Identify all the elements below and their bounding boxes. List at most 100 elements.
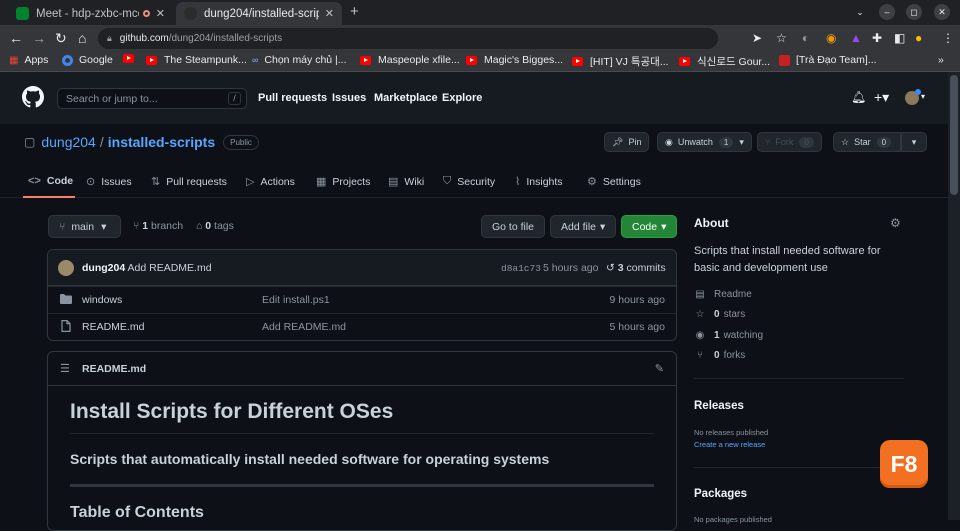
tab-wiki[interactable]: ▤ Wiki (388, 175, 424, 189)
commit-author[interactable]: dung204 (82, 262, 125, 274)
nav-explore[interactable]: Explore (442, 92, 482, 104)
youtube-icon (360, 55, 371, 65)
restore-icon[interactable]: ◻ (906, 4, 922, 20)
gear-icon[interactable]: ⚙ (890, 216, 901, 230)
reload-icon[interactable]: ↻ (55, 29, 67, 47)
tab-issues[interactable]: ⊙ Issues (86, 175, 132, 189)
tab-insights[interactable]: ⌇ Insights (515, 175, 563, 189)
star-button[interactable]: ☆ Star 0 (833, 132, 901, 152)
repo-title: ▢ dung204 / installed-scripts Public (24, 134, 259, 150)
caret-down-icon[interactable]: ▾ (921, 92, 925, 101)
file-row[interactable]: README.md Add README.md 5 hours ago (48, 313, 676, 340)
forward-icon[interactable]: → (32, 29, 46, 47)
tab-security[interactable]: ⛉ Security (443, 175, 495, 188)
search-input[interactable]: Search or jump to... / (57, 88, 247, 109)
browser-tab-github[interactable]: dung204/installed-scripts ✕ (176, 2, 342, 25)
rss-icon[interactable]: ◉ (826, 30, 836, 46)
readme-link[interactable]: ▤ Readme (694, 289, 752, 300)
create-release-link[interactable]: Create a new release (694, 440, 765, 449)
scrollbar-thumb[interactable] (950, 75, 958, 195)
edit-pencil-icon[interactable]: ✎ (655, 362, 664, 375)
commit-message[interactable]: Add README.md (128, 262, 212, 274)
file-commit-message[interactable]: Edit install.ps1 (262, 294, 330, 306)
browser-tab-meet[interactable]: Meet - hdp-zxbc-mco ✕ (8, 2, 173, 25)
forks-link[interactable]: ⑂ 0 forks (694, 350, 745, 361)
close-window-icon[interactable]: ✕ (934, 4, 950, 20)
sidebar-icon[interactable]: ◧ (894, 30, 905, 46)
bookmark-server[interactable]: ∞ Chọn máy chủ |... (252, 54, 347, 66)
fork-button[interactable]: ⑂ Fork 0 (757, 132, 822, 152)
apps-grid-icon: ▦ (9, 54, 19, 66)
file-row[interactable]: windows Edit install.ps1 9 hours ago (48, 286, 676, 313)
bookmark-magic[interactable]: Magic's Bigges... (466, 54, 563, 66)
send-icon[interactable]: ➤ (752, 30, 762, 46)
github-logo-icon[interactable] (22, 86, 44, 108)
search-shortcut: / (228, 92, 241, 105)
bookmark-gourmet[interactable]: 식신로드 Gour... (679, 54, 770, 69)
tab-code[interactable]: <> Code (28, 175, 73, 187)
bookmark-youtube[interactable] (123, 54, 141, 63)
home-icon[interactable]: ⌂ (78, 29, 86, 47)
bookmark-maspeople[interactable]: Maspeople xfile... (360, 54, 460, 66)
notifications-bell-icon[interactable]: 🔔︎ (851, 90, 866, 104)
nav-marketplace[interactable]: Marketplace (374, 92, 438, 104)
pin-button[interactable]: 📌︎ Pin (604, 132, 650, 152)
go-to-file-button[interactable]: Go to file (481, 215, 546, 238)
packages-heading[interactable]: Packages (694, 488, 747, 500)
no-releases-text: No releases published (694, 428, 769, 437)
tab-projects[interactable]: ▦ Projects (316, 175, 370, 189)
nav-issues[interactable]: Issues (332, 92, 366, 104)
file-age: 5 hours ago (609, 321, 665, 333)
bookmark-tradao[interactable]: [Trà Đạo Team]... (779, 54, 877, 66)
caret-down-icon: ▾ (911, 136, 917, 147)
file-name[interactable]: README.md (82, 321, 144, 333)
puzzle-icon[interactable]: ✚ (872, 30, 882, 46)
list-icon[interactable]: ☰ (60, 362, 70, 375)
create-new-icon[interactable]: +▾ (874, 89, 889, 106)
code-button[interactable]: Code ▾ (621, 215, 678, 238)
bookmark-vj[interactable]: [HIT] VJ 특공대... (572, 54, 669, 69)
about-description: Scripts that install needed software for… (694, 245, 881, 274)
add-file-button[interactable]: Add file ▾ (550, 215, 617, 238)
bookmark-google[interactable]: Google (62, 54, 113, 66)
releases-heading[interactable]: Releases (694, 400, 744, 412)
minimize-icon[interactable]: – (879, 4, 895, 20)
new-tab-icon[interactable]: + (350, 3, 359, 20)
caret-down-icon: ▾ (600, 220, 606, 233)
tags-link[interactable]: ⌂ 0 tags (196, 220, 234, 232)
repo-name[interactable]: installed-scripts (108, 134, 215, 150)
stars-link[interactable]: ☆ 0 stars (694, 309, 746, 320)
bookmarks-bar: ▦ Apps Google The Steampunk... ∞ Chọn máy … (0, 51, 960, 72)
commits-link[interactable]: ↺ 3 commits (606, 262, 666, 274)
profile-icon[interactable]: ● (915, 30, 922, 46)
extension-icon[interactable]: ▲ (850, 30, 862, 46)
author-avatar[interactable] (58, 260, 74, 276)
nav-pull-requests[interactable]: Pull requests (258, 92, 327, 104)
close-tab-icon[interactable]: ✕ (325, 7, 334, 20)
tab-actions[interactable]: ▷ Actions (246, 175, 295, 189)
bookmark-steampunk[interactable]: The Steampunk... (146, 54, 247, 66)
visibility-badge: Public (223, 134, 259, 150)
menu-icon[interactable]: ⋮ (942, 30, 954, 46)
bookmark-star-icon[interactable]: ☆ (776, 30, 787, 46)
tab-search-icon[interactable]: ⌄ (852, 4, 868, 20)
unwatch-button[interactable]: ◉ Unwatch 1 ▾ (657, 132, 752, 152)
bookmark-label: Google (79, 54, 113, 66)
repo-owner[interactable]: dung204 (41, 134, 96, 150)
caret-down-icon: ▾ (739, 136, 744, 147)
more-bookmarks-icon[interactable]: » (938, 54, 944, 66)
file-commit-message[interactable]: Add README.md (262, 321, 346, 333)
star-dropdown-button[interactable]: ▾ (901, 132, 927, 152)
file-name[interactable]: windows (82, 294, 122, 306)
extension-icon[interactable]: ◐ (802, 30, 809, 46)
address-bar[interactable]: 🔒︎ github.com/dung204/installed-scripts (98, 28, 718, 49)
tab-pull-requests[interactable]: ⇅ Pull requests (151, 175, 227, 189)
branches-link[interactable]: ⑂ 1 branch (133, 220, 183, 232)
bookmark-apps[interactable]: ▦ Apps (9, 54, 48, 66)
watchers-link[interactable]: ◉ 1 watching (694, 330, 763, 341)
branch-select-button[interactable]: ⑂ main ▾ (48, 215, 121, 238)
commit-hash[interactable]: d8a1c73 (501, 263, 541, 274)
tab-settings[interactable]: ⚙ Settings (587, 175, 641, 189)
close-tab-icon[interactable]: ✕ (156, 7, 165, 20)
back-icon[interactable]: ← (9, 29, 23, 47)
